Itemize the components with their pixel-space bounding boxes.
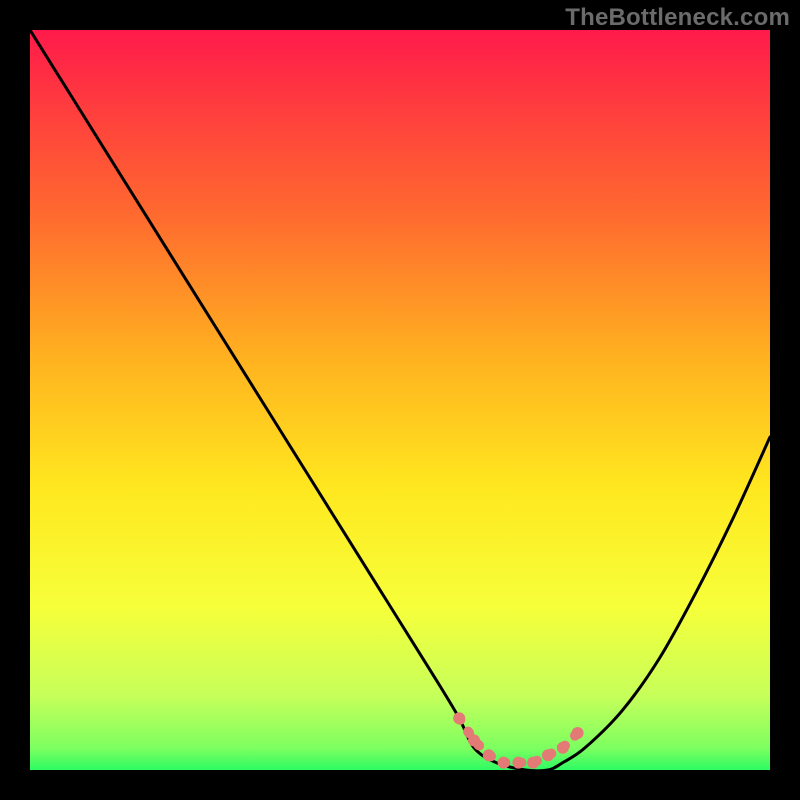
highlight-marker bbox=[527, 757, 539, 769]
highlight-marker bbox=[498, 757, 510, 769]
highlight-marker bbox=[512, 757, 524, 769]
marker-layer bbox=[30, 30, 770, 770]
highlight-marker bbox=[572, 727, 584, 739]
highlight-markers bbox=[453, 712, 583, 768]
highlight-marker bbox=[542, 749, 554, 761]
chart-frame: TheBottleneck.com bbox=[0, 0, 800, 800]
plot-area bbox=[30, 30, 770, 770]
highlight-marker bbox=[453, 712, 465, 724]
highlight-marker bbox=[557, 742, 569, 754]
watermark-text: TheBottleneck.com bbox=[565, 4, 790, 32]
highlight-marker bbox=[483, 749, 495, 761]
highlight-marker bbox=[468, 734, 480, 746]
